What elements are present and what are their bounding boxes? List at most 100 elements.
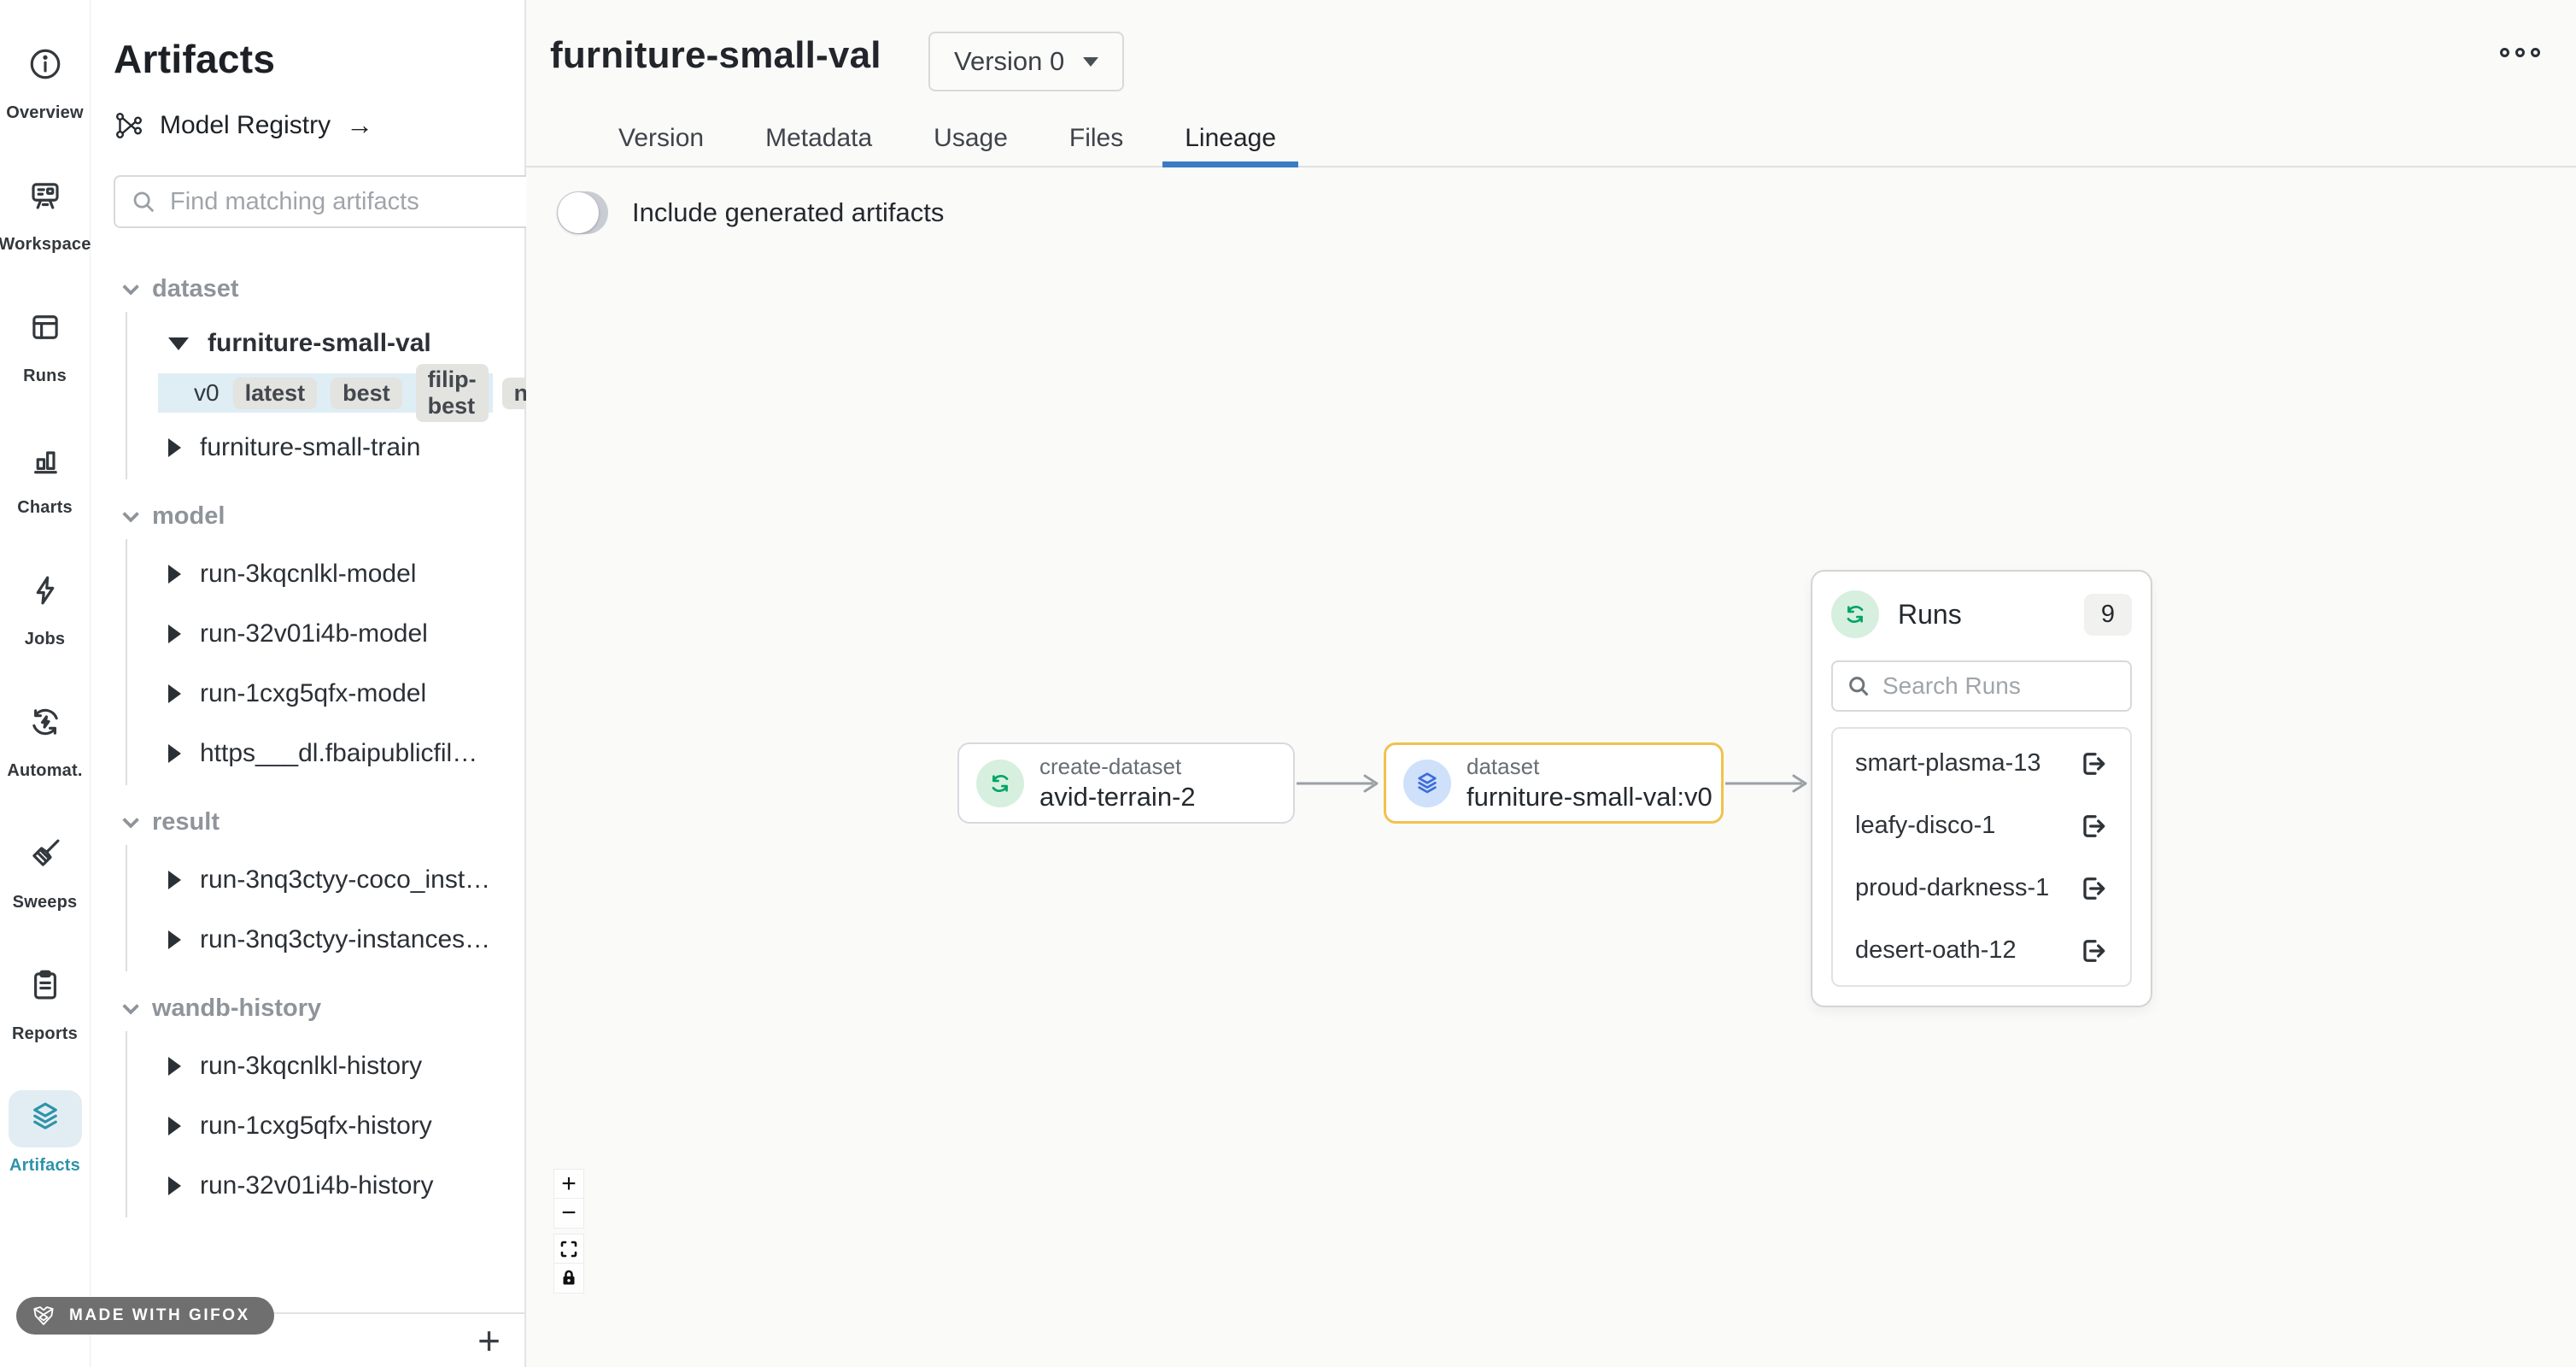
artifact-version-row-selected[interactable]: v0latestbestfilip-bestnew — [158, 373, 493, 413]
tree-section-header[interactable]: wandb-history — [91, 985, 524, 1031]
nav-charts[interactable]: Charts — [0, 410, 91, 542]
tree-item[interactable]: run-32v01i4b-model — [127, 604, 524, 664]
nav-label: Charts — [17, 498, 73, 518]
node-kind: create-dataset — [1039, 753, 1196, 781]
version-select-button[interactable]: Version 0 — [928, 32, 1124, 91]
tab-lineage[interactable]: Lineage — [1154, 111, 1307, 166]
artifact-search[interactable] — [114, 175, 532, 228]
lightning-icon — [9, 564, 82, 621]
tree-section-label: model — [152, 502, 225, 531]
tab-version[interactable]: Version — [588, 111, 735, 166]
tab-metadata[interactable]: Metadata — [735, 111, 903, 166]
tree-item-label: run-1cxg5qfx-history — [200, 1112, 432, 1141]
lineage-canvas[interactable]: Include generated artifacts create-datas… — [526, 167, 2576, 1367]
info-icon — [9, 38, 82, 95]
run-row[interactable]: proud-darkness-1 — [1833, 857, 2130, 919]
tree-item[interactable]: run-3kqcnlkl-history — [127, 1036, 524, 1096]
zoom-in-button[interactable]: + — [553, 1169, 584, 1199]
run-name: leafy-disco-1 — [1855, 812, 1995, 840]
main-content: furniture-small-val Version 0 Version Me… — [526, 0, 2576, 1367]
triangle-right-icon — [168, 744, 181, 763]
artifact-header: furniture-small-val Version 0 — [526, 0, 2576, 111]
nav-label: Automat. — [7, 761, 82, 781]
tag-pill: filip-best — [416, 364, 489, 422]
run-icon — [1831, 590, 1879, 638]
tree-item-label: run-32v01i4b-model — [200, 619, 428, 648]
include-generated-label: Include generated artifacts — [632, 197, 944, 228]
triangle-right-icon — [168, 625, 181, 643]
add-artifact-button[interactable]: + — [477, 1321, 501, 1360]
nav-runs[interactable]: Runs — [0, 279, 91, 410]
run-name: desert-oath-12 — [1855, 936, 2017, 965]
table-icon — [9, 301, 82, 358]
node-name: avid-terrain-2 — [1039, 781, 1196, 813]
broom-icon — [9, 827, 82, 884]
nav-artifacts[interactable]: Artifacts — [0, 1068, 91, 1200]
triangle-right-icon — [168, 930, 181, 949]
tree-section-label: dataset — [152, 275, 239, 303]
tag-pill: latest — [233, 378, 318, 409]
nav-overview[interactable]: Overview — [0, 15, 91, 147]
version-label: v0 — [194, 379, 220, 407]
run-icon — [976, 760, 1024, 807]
triangle-right-icon — [168, 1117, 181, 1135]
tree-section-header[interactable]: dataset — [91, 266, 524, 312]
runs-count-badge: 9 — [2084, 594, 2132, 636]
tree-item[interactable]: run-3nq3ctyy-instances… — [127, 910, 524, 970]
runs-panel: Runs 9 smart-plasma-13leafy-disco-1proud… — [1811, 570, 2152, 1007]
runs-search[interactable] — [1831, 660, 2132, 712]
run-row[interactable]: smart-plasma-13 — [1833, 732, 2130, 795]
lineage-node-create-dataset[interactable]: create-dataset avid-terrain-2 — [957, 742, 1295, 824]
nav-reports[interactable]: Reports — [0, 936, 91, 1068]
triangle-down-icon — [168, 337, 189, 350]
triangle-right-icon — [168, 1057, 181, 1076]
tree-item-label: run-3kqcnlkl-history — [200, 1052, 422, 1081]
triangle-right-icon — [168, 1176, 181, 1195]
runs-search-input[interactable] — [1882, 672, 2116, 700]
tree-item[interactable]: run-1cxg5qfx-model — [127, 664, 524, 724]
run-row[interactable]: desert-oath-12 — [1833, 919, 2130, 982]
tree-item[interactable]: run-3kqcnlkl-model — [127, 544, 524, 604]
chevron-down-icon — [1083, 57, 1098, 67]
tree-item[interactable]: run-1cxg5qfx-history — [127, 1096, 524, 1156]
run-name: smart-plasma-13 — [1855, 749, 2041, 777]
dataset-icon — [1403, 760, 1451, 807]
nav-sweeps[interactable]: Sweeps — [0, 805, 91, 936]
tree-item[interactable]: https___dl.fbaipublicfil… — [127, 724, 524, 783]
tree-item[interactable]: furniture-small-val — [127, 317, 524, 370]
tree-section-header[interactable]: result — [91, 799, 524, 845]
zoom-out-button[interactable]: − — [553, 1199, 584, 1229]
version-select-label: Version 0 — [954, 46, 1064, 77]
tree-item[interactable]: run-3nq3ctyy-coco_inst… — [127, 850, 524, 910]
model-registry-link[interactable]: Model Registry → — [114, 109, 524, 141]
tab-files[interactable]: Files — [1039, 111, 1154, 166]
lock-button[interactable] — [553, 1264, 584, 1294]
tree-item[interactable]: run-32v01i4b-history — [127, 1156, 524, 1216]
chevron-down-icon — [122, 506, 139, 523]
tree-section-body: run-3nq3ctyy-coco_inst… run-3nq3ctyy-inst… — [126, 845, 524, 971]
chevron-down-icon — [122, 812, 139, 829]
tab-usage[interactable]: Usage — [903, 111, 1039, 166]
triangle-right-icon — [168, 684, 181, 703]
tree-item-label: run-3nq3ctyy-instances… — [200, 925, 490, 954]
tree-item[interactable]: furniture-small-train — [127, 418, 524, 478]
tree-section-header[interactable]: model — [91, 493, 524, 539]
lineage-edge — [1295, 772, 1384, 795]
open-run-icon — [2077, 936, 2108, 966]
fit-view-button[interactable] — [553, 1234, 584, 1264]
artifact-tabs: Version Metadata Usage Files Lineage — [526, 111, 2576, 167]
tag-pill: best — [331, 378, 402, 409]
include-generated-toggle[interactable] — [557, 191, 608, 234]
left-nav-rail: Overview Workspace Runs Charts Jobs — [0, 0, 91, 1367]
artifact-search-input[interactable] — [170, 188, 515, 216]
tree-item-label: run-3kqcnlkl-model — [200, 560, 416, 589]
include-generated-row: Include generated artifacts — [557, 191, 944, 234]
nav-workspace[interactable]: Workspace — [0, 147, 91, 279]
nav-jobs[interactable]: Jobs — [0, 542, 91, 673]
tree-item-label: furniture-small-train — [200, 433, 420, 462]
workspace-icon — [9, 169, 82, 226]
lineage-node-dataset[interactable]: dataset furniture-small-val:v0 — [1384, 742, 1724, 824]
run-row[interactable]: leafy-disco-1 — [1833, 795, 2130, 857]
nav-automations[interactable]: Automat. — [0, 673, 91, 805]
more-options-button[interactable] — [2500, 48, 2540, 57]
